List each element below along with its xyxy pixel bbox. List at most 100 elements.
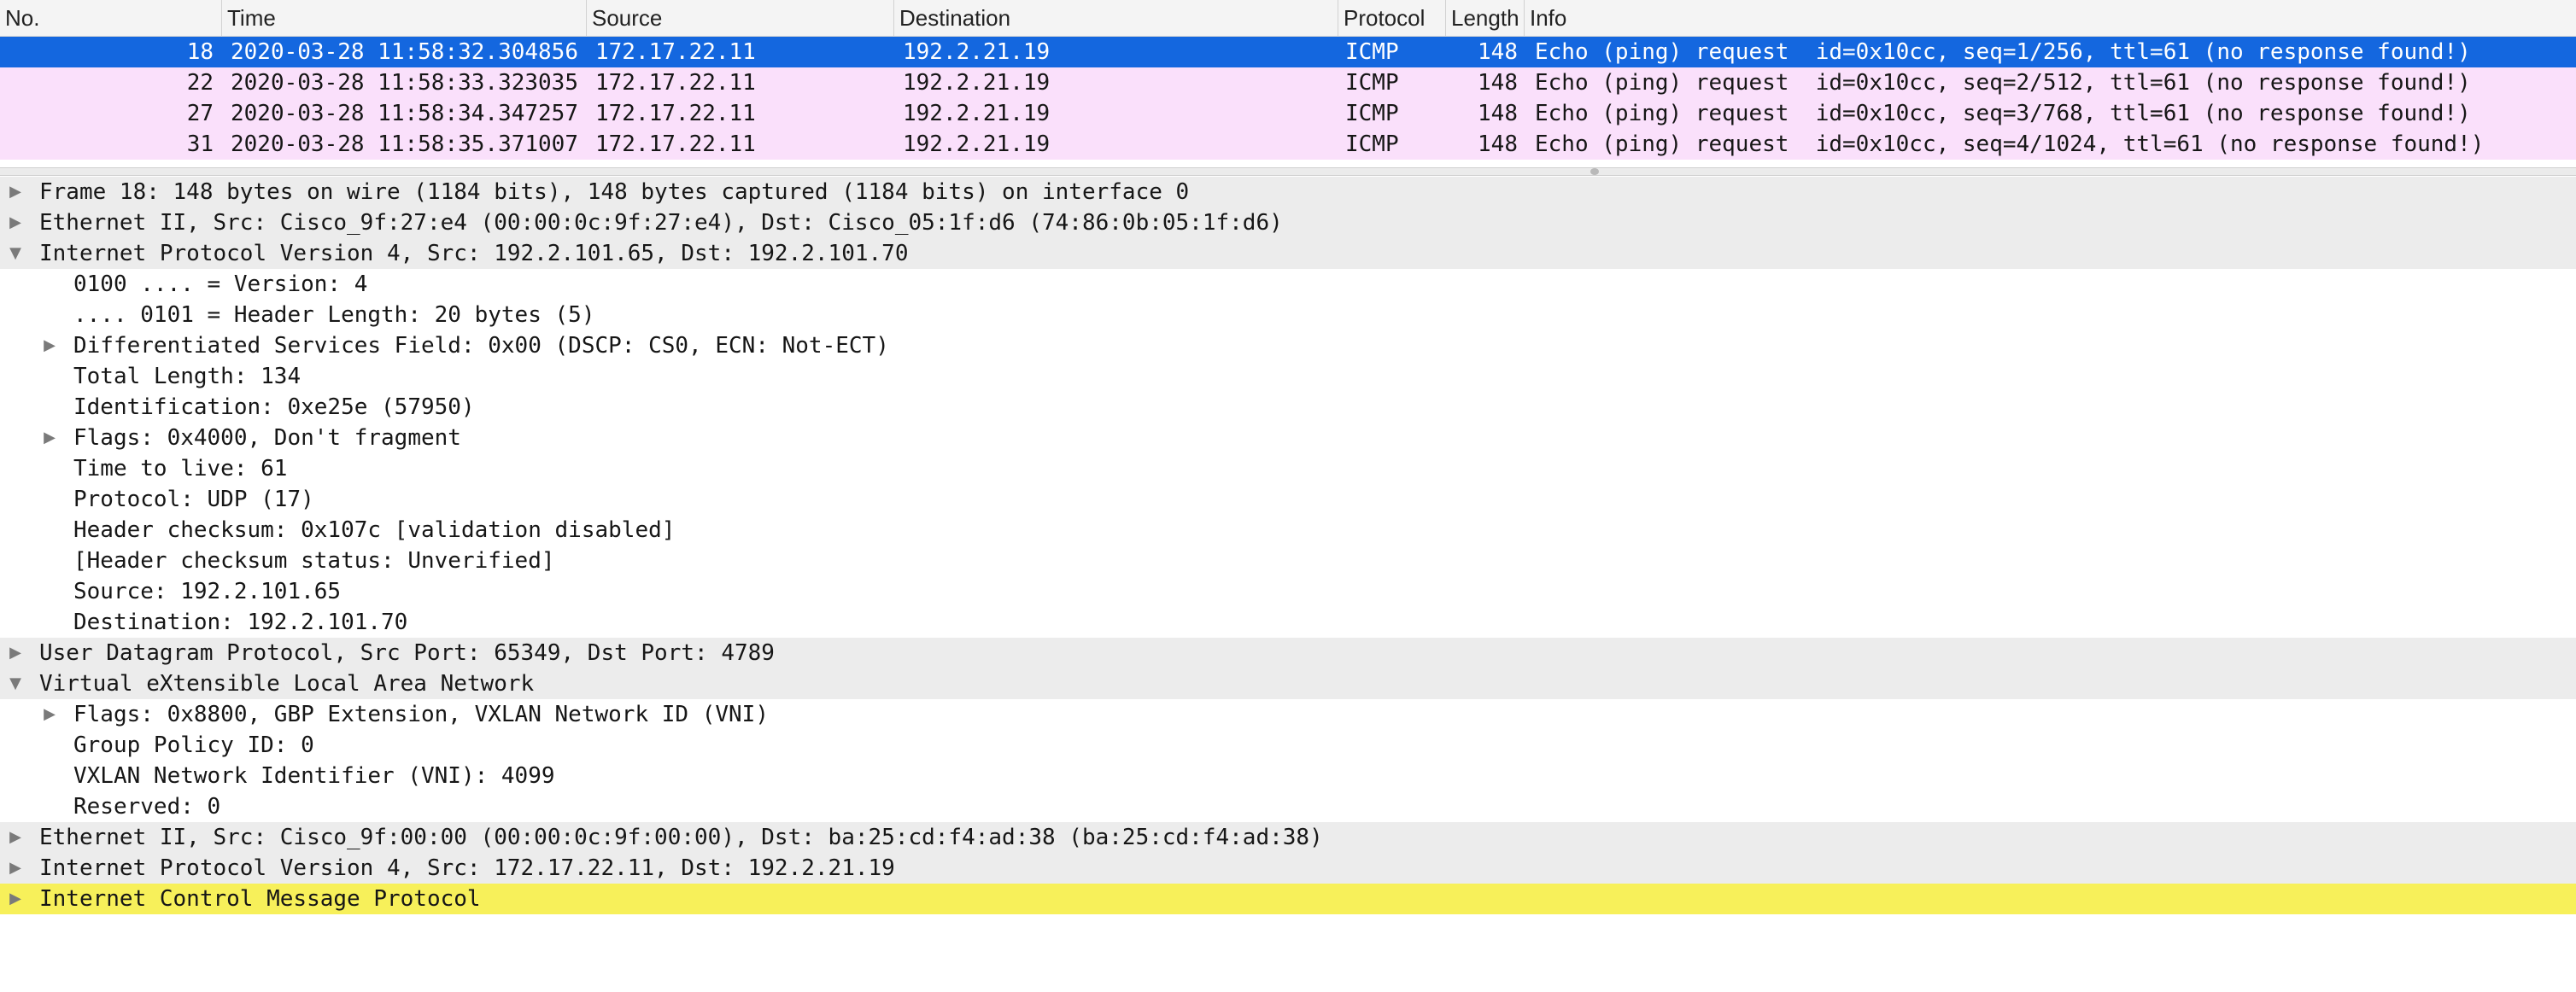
tree-item-label: Header checksum: 0x107c [validation disa… [73, 517, 676, 543]
triangle-right-icon[interactable]: ▶ [5, 884, 26, 914]
tree-item-label: Virtual eXtensible Local Area Network [39, 671, 535, 697]
protocol-tree-subitem[interactable]: Header checksum: 0x107c [validation disa… [0, 515, 2576, 546]
protocol-tree-subitem[interactable]: Destination: 192.2.101.70 [0, 607, 2576, 638]
tree-item-label: User Datagram Protocol, Src Port: 65349,… [39, 640, 775, 666]
protocol-tree-item[interactable]: ▶ Internet Protocol Version 4, Src: 172.1… [0, 853, 2576, 884]
tree-item-label: Differentiated Services Field: 0x00 (DSC… [73, 333, 889, 359]
cell-source: 172.17.22.11 [595, 101, 756, 126]
tree-item-label: Source: 192.2.101.65 [73, 579, 342, 604]
protocol-tree-item[interactable]: ▶ Ethernet II, Src: Cisco_9f:27:e4 (00:00… [0, 207, 2576, 238]
protocol-tree-subitem[interactable]: VXLAN Network Identifier (VNI): 4099 [0, 761, 2576, 791]
triangle-right-icon[interactable]: ▶ [39, 423, 60, 453]
cell-info: Echo (ping) request id=0x10cc, seq=2/512… [1535, 70, 2471, 96]
protocol-tree-subitem[interactable]: Total Length: 134 [0, 361, 2576, 392]
cell-destination: 192.2.21.19 [903, 131, 1051, 157]
tree-item-label: .... 0101 = Header Length: 20 bytes (5) [73, 302, 595, 328]
cell-source: 172.17.22.11 [595, 39, 756, 65]
protocol-tree-subitem[interactable]: 0100 .... = Version: 4 [0, 269, 2576, 300]
protocol-tree-subitem[interactable]: ▶ Differentiated Services Field: 0x00 (DS… [0, 330, 2576, 361]
protocol-tree-subitem[interactable]: Group Policy ID: 0 [0, 730, 2576, 761]
protocol-tree-subitem[interactable]: .... 0101 = Header Length: 20 bytes (5) [0, 300, 2576, 330]
packet-row[interactable]: 31 2020-03-28 11:58:35.371007 172.17.22.11… [0, 129, 2576, 160]
cell-protocol: ICMP [1345, 101, 1399, 126]
protocol-tree-subitem[interactable]: ▶ Flags: 0x4000, Don't fragment [0, 423, 2576, 453]
tree-item-label: Destination: 192.2.101.70 [73, 610, 408, 635]
tree-item-label: Identification: 0xe25e (57950) [73, 394, 475, 420]
triangle-down-icon[interactable]: ▼ [5, 668, 26, 699]
tree-item-label: Ethernet II, Src: Cisco_9f:27:e4 (00:00:… [39, 210, 1283, 236]
column-header-no[interactable]: No. [0, 0, 222, 36]
packet-row[interactable]: 27 2020-03-28 11:58:34.347257 172.17.22.11… [0, 98, 2576, 129]
splitter-handle[interactable] [1590, 168, 1599, 175]
protocol-tree-subitem[interactable]: Source: 192.2.101.65 [0, 576, 2576, 607]
tree-item-label: Flags: 0x8800, GBP Extension, VXLAN Netw… [73, 702, 769, 727]
cell-time: 2020-03-28 11:58:32.304856 [231, 39, 578, 65]
tree-item-label: Group Policy ID: 0 [73, 732, 314, 758]
cell-protocol: ICMP [1345, 131, 1399, 157]
triangle-down-icon[interactable]: ▼ [5, 238, 26, 269]
tree-item-label: Ethernet II, Src: Cisco_9f:00:00 (00:00:… [39, 825, 1323, 850]
triangle-right-icon[interactable]: ▶ [39, 699, 60, 730]
column-header-protocol[interactable]: Protocol [1338, 0, 1446, 36]
column-header-length[interactable]: Length [1446, 0, 1525, 36]
protocol-tree-subitem[interactable]: ▶ Flags: 0x8800, GBP Extension, VXLAN Net… [0, 699, 2576, 730]
cell-protocol: ICMP [1345, 39, 1399, 65]
column-header-time[interactable]: Time [222, 0, 587, 36]
protocol-tree-subitem[interactable]: [Header checksum status: Unverified] [0, 546, 2576, 576]
tree-item-label: Total Length: 134 [73, 364, 302, 389]
triangle-right-icon[interactable]: ▶ [5, 207, 26, 238]
protocol-tree-subitem[interactable]: Reserved: 0 [0, 791, 2576, 822]
packet-row[interactable]: 18 2020-03-28 11:58:32.304856 172.17.22.11… [0, 37, 2576, 67]
column-header-destination[interactable]: Destination [894, 0, 1338, 36]
cell-info: Echo (ping) request id=0x10cc, seq=1/256… [1535, 39, 2471, 65]
tree-item-label: Internet Control Message Protocol [39, 886, 481, 912]
tree-item-label: Protocol: UDP (17) [73, 487, 314, 512]
triangle-right-icon[interactable]: ▶ [5, 822, 26, 853]
tree-item-label: Flags: 0x4000, Don't fragment [73, 425, 461, 451]
tree-item-label: VXLAN Network Identifier (VNI): 4099 [73, 763, 555, 789]
cell-length: 148 [1478, 39, 1518, 65]
cell-protocol: ICMP [1345, 70, 1399, 96]
protocol-tree-item[interactable]: ▶ Frame 18: 148 bytes on wire (1184 bits)… [0, 177, 2576, 207]
tree-item-label: Frame 18: 148 bytes on wire (1184 bits),… [39, 179, 1190, 205]
cell-time: 2020-03-28 11:58:33.323035 [231, 70, 578, 96]
cell-no: 31 [186, 131, 214, 157]
triangle-right-icon[interactable]: ▶ [39, 330, 60, 361]
protocol-tree-subitem[interactable]: Identification: 0xe25e (57950) [0, 392, 2576, 423]
tree-item-label: Internet Protocol Version 4, Src: 192.2.… [39, 241, 909, 266]
protocol-tree-subitem[interactable]: Protocol: UDP (17) [0, 484, 2576, 515]
cell-destination: 192.2.21.19 [903, 39, 1051, 65]
packet-list-header: No. Time Source Destination Protocol Len… [0, 0, 2576, 37]
cell-info: Echo (ping) request id=0x10cc, seq=3/768… [1535, 101, 2471, 126]
cell-source: 172.17.22.11 [595, 131, 756, 157]
tree-item-label: Internet Protocol Version 4, Src: 172.17… [39, 855, 895, 881]
tree-item-label: Reserved: 0 [73, 794, 221, 820]
pane-splitter[interactable] [0, 167, 2576, 176]
triangle-right-icon[interactable]: ▶ [5, 853, 26, 884]
packet-row[interactable]: 22 2020-03-28 11:58:33.323035 172.17.22.11… [0, 67, 2576, 98]
protocol-tree-subitem[interactable]: Time to live: 61 [0, 453, 2576, 484]
packet-details-pane: ▶ Frame 18: 148 bytes on wire (1184 bits)… [0, 177, 2576, 992]
cell-time: 2020-03-28 11:58:34.347257 [231, 101, 578, 126]
protocol-tree-item[interactable]: ▶ User Datagram Protocol, Src Port: 65349… [0, 638, 2576, 668]
cell-destination: 192.2.21.19 [903, 70, 1051, 96]
protocol-tree-item[interactable]: ▶ Ethernet II, Src: Cisco_9f:00:00 (00:00… [0, 822, 2576, 853]
packet-list-pane: No. Time Source Destination Protocol Len… [0, 0, 2576, 167]
protocol-tree-item[interactable]: ▼ Internet Protocol Version 4, Src: 192.2… [0, 238, 2576, 269]
triangle-right-icon[interactable]: ▶ [5, 638, 26, 668]
cell-destination: 192.2.21.19 [903, 101, 1051, 126]
triangle-right-icon[interactable]: ▶ [5, 177, 26, 207]
wireshark-window: No. Time Source Destination Protocol Len… [0, 0, 2576, 992]
cell-info: Echo (ping) request id=0x10cc, seq=4/102… [1535, 131, 2485, 157]
column-header-info[interactable]: Info [1525, 0, 2576, 36]
cell-length: 148 [1478, 101, 1518, 126]
column-header-source[interactable]: Source [587, 0, 894, 36]
cell-length: 148 [1478, 131, 1518, 157]
packet-rows: 18 2020-03-28 11:58:32.304856 172.17.22.11… [0, 37, 2576, 160]
protocol-tree-item[interactable]: ▼ Virtual eXtensible Local Area Network [0, 668, 2576, 699]
cell-no: 22 [186, 70, 214, 96]
protocol-tree-item[interactable]: ▶ Internet Control Message Protocol [0, 884, 2576, 914]
cell-no: 18 [186, 39, 214, 65]
cell-length: 148 [1478, 70, 1518, 96]
tree-item-label: [Header checksum status: Unverified] [73, 548, 555, 574]
